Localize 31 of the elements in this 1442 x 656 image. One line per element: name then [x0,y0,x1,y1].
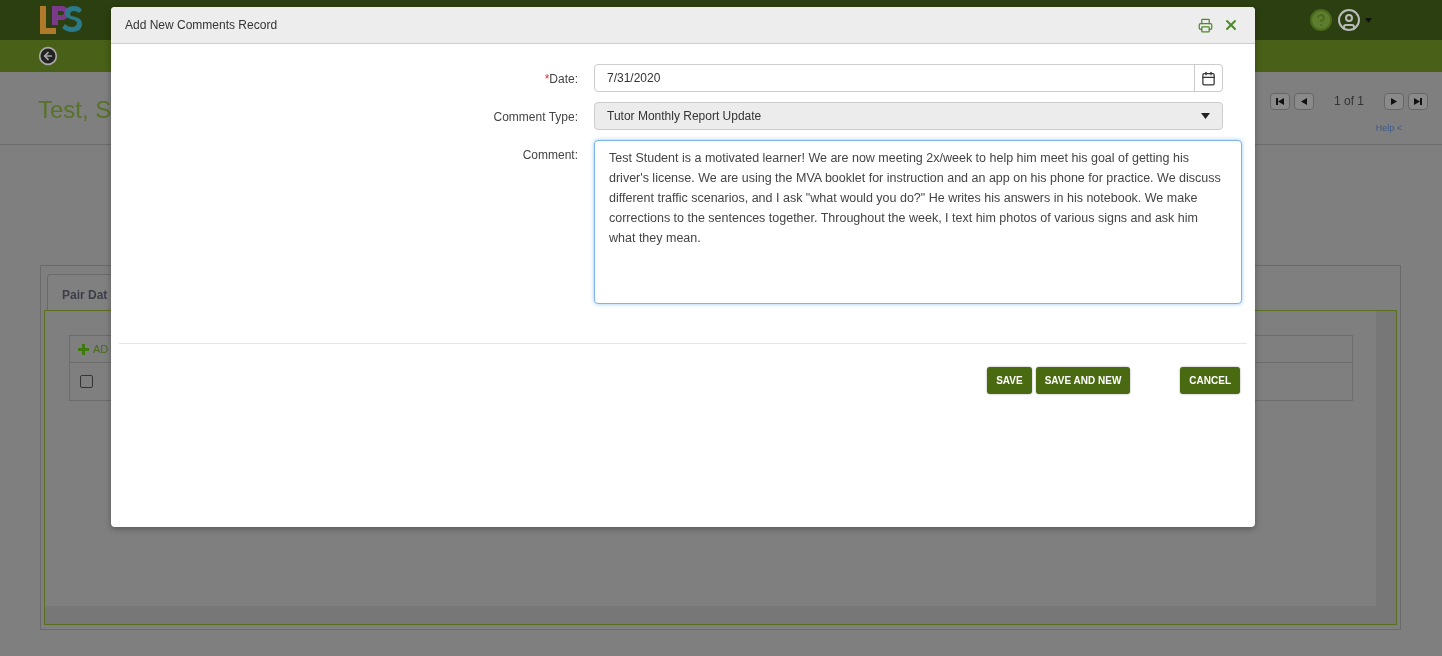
comment-type-select[interactable]: Tutor Monthly Report Update [594,102,1223,130]
previous-page-button[interactable] [1293,92,1314,110]
comment-field[interactable]: Test Student is a motivated learner! We are now meeting 2x/week to help him meet his goal of getting his driver's license. We are using the MVA booklet for instruction and an app on his phone for practice. We discuss different traffic scenarios, and I ask "what would you do?" He writes his answers in his notebook. We make corrections to the sentences together. Throughout the week, I text him photos of various signs and ask him what they mean. [594,140,1242,304]
first-page-icon [1275,97,1284,105]
next-icon [1391,97,1397,105]
back-icon[interactable] [38,46,58,66]
date-field[interactable]: 7/31/2020 [594,64,1223,92]
dialog-title: Add New Comments Record [125,17,278,34]
user-icon[interactable] [1337,8,1361,32]
page-count: 1 of 1 [1333,93,1364,110]
cancel-button[interactable]: CANCEL [1180,367,1240,394]
field-label: Comment: [522,148,578,162]
previous-icon [1300,97,1307,105]
calendar-icon[interactable] [1201,70,1216,86]
save-button[interactable]: SAVE AND NEW [1035,367,1131,394]
next-page-button[interactable] [1384,92,1404,110]
field-label: Comment Type: [493,110,578,124]
date-value: 7/31/2020 [606,70,662,87]
last-page-icon [1414,97,1422,105]
row-checkbox[interactable] [80,375,93,388]
close-icon[interactable] [1223,17,1239,33]
last-page-button[interactable] [1408,92,1428,110]
caret-icon [1201,113,1210,119]
print-icon[interactable] [1198,17,1213,33]
field-label: *Date: [544,72,578,86]
first-page-button[interactable] [1269,92,1290,110]
save-button[interactable]: SAVE [987,367,1032,394]
page-title: Test, S [38,95,112,125]
logo[interactable] [38,4,84,36]
help-icon[interactable] [1309,8,1333,32]
plus-icon [78,343,89,355]
